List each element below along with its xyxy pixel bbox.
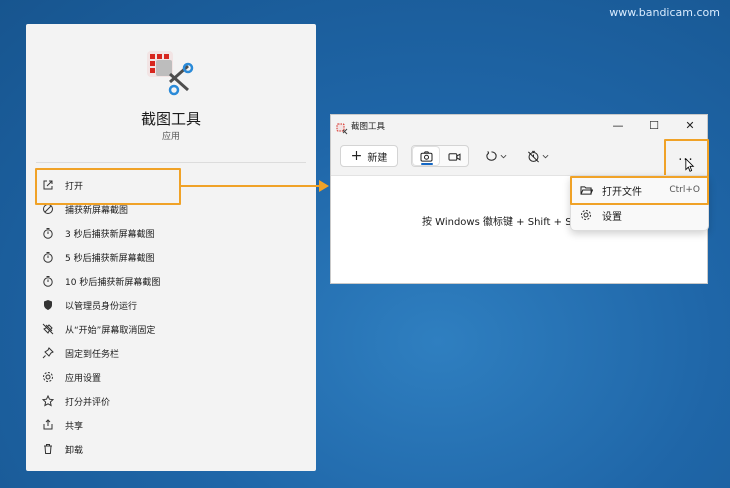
no-delay-timer-icon bbox=[528, 150, 539, 162]
app-name: 截图工具 bbox=[140, 110, 201, 128]
menu-item-label: 以管理员身份运行 bbox=[65, 301, 138, 312]
minimize-button[interactable]: — bbox=[609, 118, 627, 134]
window-title: 截图工具 bbox=[351, 122, 386, 132]
watermark: www.bandicam.com bbox=[609, 6, 720, 19]
unpin-icon bbox=[41, 322, 55, 336]
menu-item-share[interactable]: 共享 bbox=[36, 414, 306, 436]
menu-item-label: 10 秒后捕获新屏幕截图 bbox=[65, 277, 161, 288]
close-button[interactable]: ✕ bbox=[681, 118, 699, 134]
gear-icon bbox=[41, 370, 55, 384]
menu-item-label: 固定到任务栏 bbox=[65, 349, 120, 360]
capture-mode-group bbox=[411, 145, 469, 167]
highlight-open-file bbox=[570, 176, 709, 205]
gear-icon bbox=[580, 209, 594, 221]
menu-item-capture-10s[interactable]: 10 秒后捕获新屏幕截图 bbox=[36, 270, 306, 292]
menu-item-label: 5 秒后捕获新屏幕截图 bbox=[65, 253, 155, 264]
menu-item-capture-5s[interactable]: 5 秒后捕获新屏幕截图 bbox=[36, 246, 306, 268]
menu-item-label: 共享 bbox=[65, 421, 84, 432]
star-icon bbox=[41, 394, 55, 408]
menu-item-label: 打分并评价 bbox=[65, 397, 111, 408]
menu-item-capture-3s[interactable]: 3 秒后捕获新屏幕截图 bbox=[36, 222, 306, 244]
new-button-label: 新建 bbox=[367, 152, 388, 164]
highlight-open-item bbox=[35, 168, 181, 205]
shortcut-hint: 按 Windows 徽标键 + Shift + S bbox=[422, 217, 572, 228]
content-area: 按 Windows 徽标键 + Shift + S bbox=[331, 175, 572, 275]
app-type: 应用 bbox=[161, 132, 180, 142]
menu-item-label: 从“开始”屏幕取消固定 bbox=[65, 325, 156, 336]
share-icon bbox=[41, 418, 55, 432]
delay-dropdown[interactable] bbox=[527, 148, 549, 164]
menu-item-uninstall[interactable]: 卸载 bbox=[36, 438, 306, 460]
timer-icon bbox=[41, 274, 55, 288]
maximize-button[interactable]: ☐ bbox=[645, 118, 663, 134]
menu-item-label: 卸载 bbox=[65, 445, 84, 456]
menu-item-settings[interactable]: 设置 bbox=[571, 204, 708, 226]
video-camera-icon bbox=[447, 152, 461, 161]
timer-icon bbox=[41, 226, 55, 240]
start-menu-panel: 截图工具 应用 打开 捕获新屏幕截图 3 秒后捕获新屏幕截图 5 秒后捕获新屏幕… bbox=[26, 24, 316, 471]
arrow-head bbox=[319, 180, 329, 192]
freeform-snip-icon bbox=[486, 150, 497, 161]
video-mode-button[interactable] bbox=[441, 147, 467, 165]
new-button[interactable]: + 新建 bbox=[340, 145, 398, 167]
active-indicator bbox=[421, 163, 433, 165]
menu-item-unpin-start[interactable]: 从“开始”屏幕取消固定 bbox=[36, 318, 306, 340]
pin-icon bbox=[41, 346, 55, 360]
menu-item-pin-taskbar[interactable]: 固定到任务栏 bbox=[36, 342, 306, 364]
menu-item-run-as-admin[interactable]: 以管理员身份运行 bbox=[36, 294, 306, 316]
chevron-down-icon bbox=[542, 154, 549, 158]
menu-item-label: 设置 bbox=[602, 211, 622, 223]
menu-item-app-settings[interactable]: 应用设置 bbox=[36, 366, 306, 388]
menu-item-rate-review[interactable]: 打分并评价 bbox=[36, 390, 306, 412]
snipping-tool-app-icon bbox=[144, 48, 194, 98]
title-bar: 截图工具 — ☐ ✕ bbox=[331, 115, 707, 137]
plus-icon: + bbox=[350, 148, 363, 164]
toolbar: + 新建 ... bbox=[331, 137, 707, 176]
arrow-line bbox=[180, 185, 320, 187]
snipping-tool-app-icon bbox=[336, 120, 348, 135]
trash-icon bbox=[41, 442, 55, 456]
chevron-down-icon bbox=[500, 154, 507, 158]
menu-item-label: 3 秒后捕获新屏幕截图 bbox=[65, 229, 155, 240]
divider bbox=[36, 162, 306, 163]
camera-icon bbox=[419, 150, 433, 162]
menu-item-label: 应用设置 bbox=[65, 373, 102, 384]
timer-icon bbox=[41, 250, 55, 264]
mouse-cursor-icon bbox=[685, 157, 695, 177]
snip-shape-dropdown[interactable] bbox=[485, 148, 507, 164]
screenshot-mode-button[interactable] bbox=[413, 147, 439, 165]
shield-icon bbox=[41, 298, 55, 312]
